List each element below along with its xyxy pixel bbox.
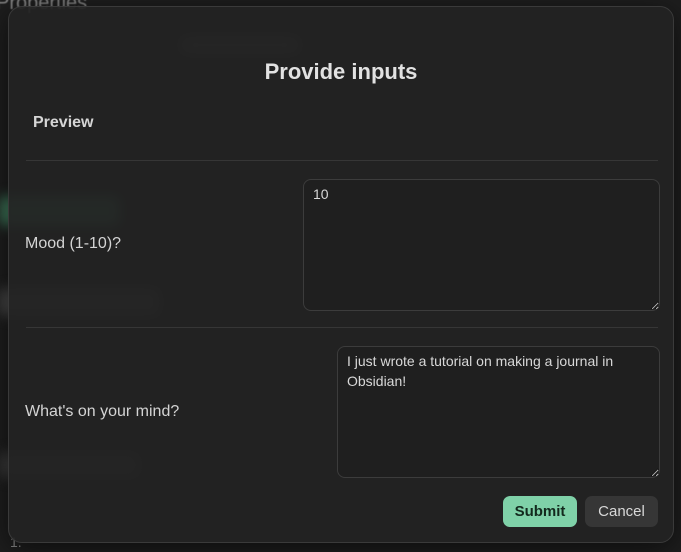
modal-title: Provide inputs <box>264 59 418 84</box>
mood-input[interactable]: 10 <box>303 179 660 311</box>
mood-field-label: Mood (1-10)? <box>25 235 122 252</box>
mind-input[interactable]: I just wrote a tutorial on making a jour… <box>337 346 660 478</box>
submit-button[interactable]: Submit <box>503 496 577 527</box>
divider <box>26 327 658 328</box>
divider <box>26 160 658 161</box>
mind-field-label: What's on your mind? <box>25 403 180 420</box>
cancel-button[interactable]: Cancel <box>585 496 658 527</box>
provide-inputs-modal: Provide inputs Preview Mood (1-10)? 10 W… <box>8 6 674 543</box>
preview-label: Preview <box>33 114 94 131</box>
